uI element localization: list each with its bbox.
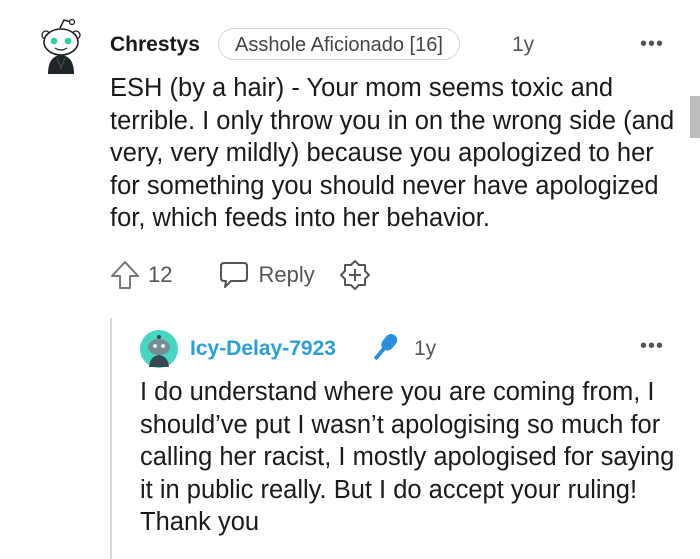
- award-button[interactable]: [315, 259, 371, 291]
- microphone-icon: [368, 330, 400, 364]
- user-flair: Asshole Aficionado [16]: [218, 28, 460, 60]
- snoo-avatar-icon: [41, 18, 81, 74]
- more-options-icon[interactable]: •••: [640, 33, 664, 56]
- snoo-avatar-icon: [140, 330, 178, 368]
- reply-username[interactable]: Icy-Delay-7923: [190, 337, 336, 361]
- reply-icon: [220, 262, 249, 288]
- reply-label: Reply: [258, 262, 315, 287]
- comment-actions: 12 Reply: [110, 258, 371, 292]
- upvote-button[interactable]: [110, 259, 140, 291]
- comment-timestamp: 1y: [512, 33, 535, 56]
- award-icon: [339, 260, 370, 290]
- comment-username[interactable]: Chrestys: [110, 33, 200, 57]
- reply-button[interactable]: Reply: [218, 260, 315, 290]
- comment-body: ESH (by a hair) - Your mom seems toxic a…: [110, 74, 675, 232]
- avatar[interactable]: [38, 18, 84, 76]
- vote-score: 12: [148, 262, 173, 287]
- reply-body: I do understand where you are coming fro…: [140, 378, 675, 536]
- reply-timestamp: 1y: [414, 337, 437, 360]
- more-options-icon[interactable]: •••: [640, 335, 664, 358]
- thread-line[interactable]: [110, 318, 112, 559]
- upvote-icon: [111, 261, 139, 289]
- avatar[interactable]: [140, 330, 178, 368]
- scrollbar[interactable]: [690, 96, 700, 138]
